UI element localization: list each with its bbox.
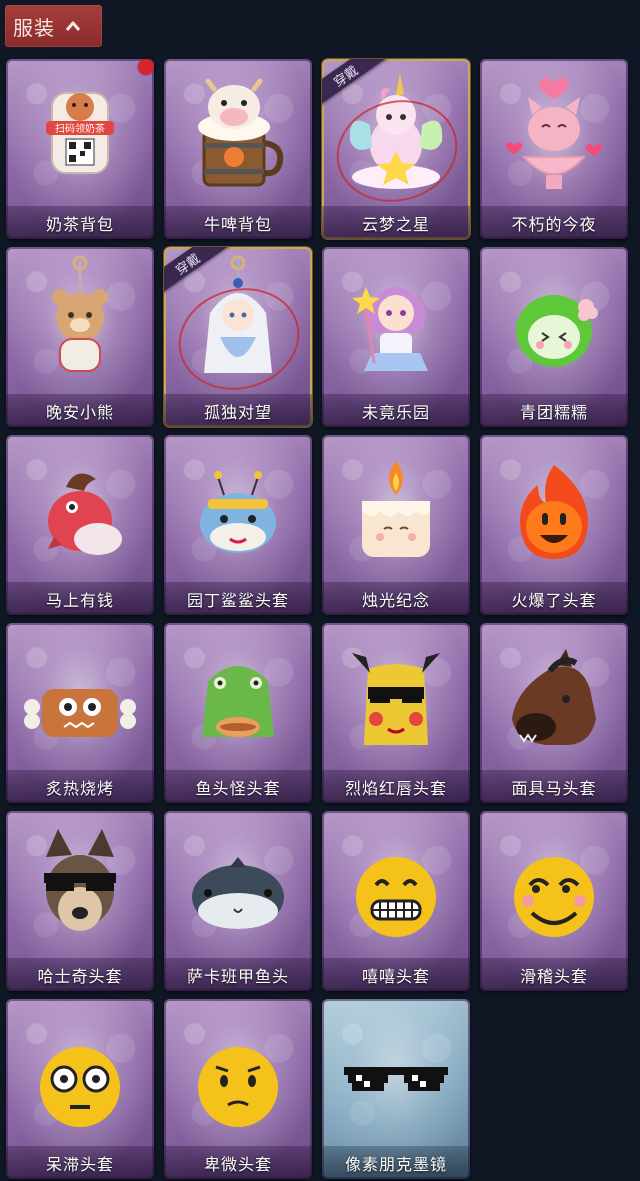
fire-head-icon (520, 465, 588, 559)
yellow-pikachu-sunglasses-icon (352, 653, 440, 745)
costume-name: 晚安小熊 (6, 394, 154, 427)
costume-name: 滑稽头套 (480, 958, 628, 991)
costume-name: 像素朋克墨镜 (322, 1146, 470, 1179)
costume-card[interactable]: 园丁鲨鲨头套 (164, 435, 312, 615)
costume-name: 奶茶背包 (6, 206, 154, 239)
costume-card[interactable]: 像素朋克墨镜 (322, 999, 470, 1179)
costume-card[interactable]: 烛光纪念 (322, 435, 470, 615)
shark-bee-head-icon (200, 471, 276, 553)
costume-card[interactable]: 青团糯糯 (480, 247, 628, 427)
costume-card[interactable]: 哈士奇头套 (6, 811, 154, 991)
pink-cat-heart-icon (505, 77, 603, 189)
costume-card[interactable]: 未竟乐园 (322, 247, 470, 427)
sacabambaspis-fish-head-icon (192, 857, 284, 929)
costume-card[interactable]: 穿戴 云梦之星 (322, 59, 470, 239)
grinning-emoji-head-icon (356, 857, 436, 937)
section-title: 服装 (13, 15, 55, 40)
funny-emoji-head-icon (514, 857, 594, 937)
costume-name: 嘻嘻头套 (322, 958, 470, 991)
costume-card[interactable]: 萨卡班甲鱼头 (164, 811, 312, 991)
humble-emoji-head-icon (198, 1047, 278, 1127)
costume-name: 马上有钱 (6, 582, 154, 615)
costume-name: 炙热烧烤 (6, 770, 154, 803)
costume-card[interactable]: 卑微头套 (164, 999, 312, 1179)
costume-section-header[interactable]: 服装 (5, 5, 102, 47)
svg-text:扫码领奶茶: 扫码领奶茶 (55, 122, 105, 135)
costume-name: 园丁鲨鲨头套 (164, 582, 312, 615)
chevron-up-icon (65, 21, 81, 31)
red-horse-head-icon (48, 473, 122, 555)
costume-card[interactable]: 不朽的今夜 (480, 59, 628, 239)
costume-name: 不朽的今夜 (480, 206, 628, 239)
costume-card[interactable]: 鱼头怪头套 (164, 623, 312, 803)
green-rice-ball-icon (516, 295, 598, 367)
costume-name: 哈士奇头套 (6, 958, 154, 991)
magical-girl-figure-icon (352, 287, 428, 371)
item-grid: 扫码领奶茶 奶茶背包 牛啤背包 穿戴 云梦之星 不朽的今夜 晚安小熊 穿戴 孤独… (6, 59, 628, 1179)
costume-name: 孤独对望 (164, 394, 312, 427)
costume-card[interactable]: 晚安小熊 (6, 247, 154, 427)
pixel-sunglasses-icon (344, 1067, 448, 1091)
costume-name: 卑微头套 (164, 1146, 312, 1179)
costume-name: 牛啤背包 (164, 206, 312, 239)
meat-bone-head-icon (24, 689, 136, 737)
costume-card[interactable]: 马上有钱 (6, 435, 154, 615)
costume-inventory-page: 服装 扫码领奶茶 奶茶背包 牛啤背包 穿戴 云梦之星 不朽的今夜 晚安小熊 穿戴… (0, 0, 640, 1181)
dazed-emoji-head-icon (40, 1047, 120, 1127)
fish-monster-head-icon (202, 666, 274, 737)
milk-tea-backpack-icon: 扫码领奶茶 (46, 92, 114, 174)
husky-sunglasses-head-icon (44, 829, 116, 931)
costume-name: 烈焰红唇头套 (322, 770, 470, 803)
costume-name: 未竟乐园 (322, 394, 470, 427)
costume-name: 火爆了头套 (480, 582, 628, 615)
costume-card[interactable]: 滑稽头套 (480, 811, 628, 991)
sleepy-bear-charm-icon (52, 255, 108, 372)
costume-card[interactable]: 牛啤背包 (164, 59, 312, 239)
costume-card[interactable]: 烈焰红唇头套 (322, 623, 470, 803)
cow-beer-backpack-icon (198, 78, 284, 187)
horse-mask-icon (512, 649, 596, 745)
costume-name: 面具马头套 (480, 770, 628, 803)
costume-card[interactable]: 嘻嘻头套 (322, 811, 470, 991)
costume-card[interactable]: 呆滞头套 (6, 999, 154, 1179)
costume-name: 鱼头怪头套 (164, 770, 312, 803)
costume-name: 云梦之星 (322, 206, 470, 239)
costume-name: 呆滞头套 (6, 1146, 154, 1179)
costume-name: 烛光纪念 (322, 582, 470, 615)
costume-card[interactable]: 火爆了头套 (480, 435, 628, 615)
costume-card[interactable]: 扫码领奶茶 奶茶背包 (6, 59, 154, 239)
costume-name: 青团糯糯 (480, 394, 628, 427)
costume-card[interactable]: 穿戴 孤独对望 (164, 247, 312, 427)
costume-card[interactable]: 炙热烧烤 (6, 623, 154, 803)
costume-card[interactable]: 面具马头套 (480, 623, 628, 803)
new-item-dot (138, 59, 154, 75)
costume-name: 萨卡班甲鱼头 (164, 958, 312, 991)
candle-head-icon (362, 461, 430, 557)
